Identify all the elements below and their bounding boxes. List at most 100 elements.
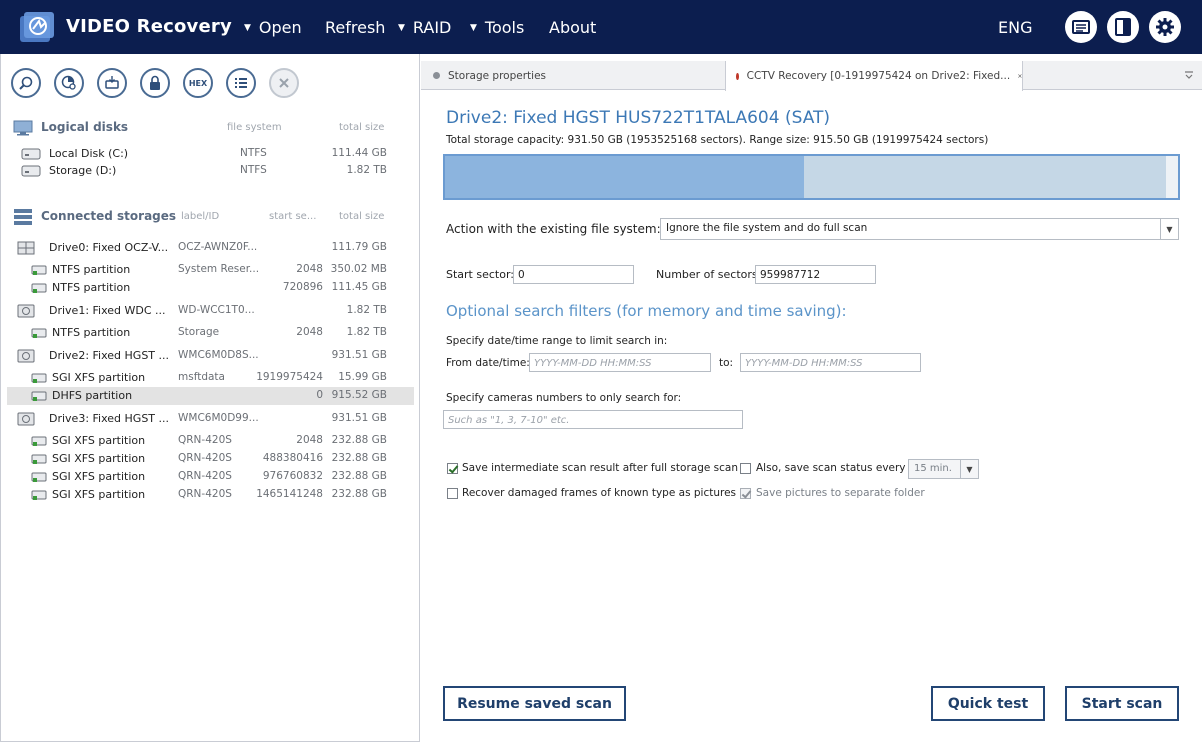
- action-label: Action with the existing file system:: [446, 222, 661, 236]
- storage-partition-row[interactable]: NTFS partition 720896 111.45 GB: [7, 279, 414, 297]
- range-bar[interactable]: [443, 154, 1180, 200]
- storage-name: Drive3: Fixed HGST ...: [49, 412, 170, 425]
- storage-label: WMC6M0D99...: [178, 412, 259, 424]
- action-select[interactable]: Ignore the file system and do full scan …: [660, 218, 1179, 240]
- connected-storages-title: Connected storages: [41, 209, 177, 223]
- list-icon: [235, 78, 247, 88]
- storage-label: msftdata: [178, 371, 225, 383]
- disk-name: Local Disk (C:): [49, 147, 129, 160]
- storage-name: Drive2: Fixed HGST ...: [49, 349, 170, 362]
- resume-saved-scan-button[interactable]: Resume saved scan: [443, 686, 626, 721]
- ssd-drive-icon: [17, 241, 35, 258]
- recover-damaged-checkbox[interactable]: [447, 488, 458, 499]
- partition-icon: [31, 471, 47, 486]
- storage-size: 111.45 GB: [331, 281, 387, 293]
- recover-damaged-label: Recover damaged frames of known type as …: [462, 487, 737, 499]
- lock-icon: [150, 75, 160, 90]
- logical-disks-title: Logical disks: [41, 120, 129, 134]
- partition-search-icon: [61, 75, 76, 90]
- disk-name: Storage (D:): [49, 164, 117, 177]
- tab-overflow-icon[interactable]: [1184, 70, 1194, 80]
- storage-label: QRN-420S: [178, 470, 232, 482]
- storage-partition-row[interactable]: SGI XFS partition msftdata 1919975424 15.99…: [7, 369, 414, 387]
- storage-partition-row[interactable]: SGI XFS partition QRN-420S 1465141248 232.8…: [7, 486, 414, 504]
- panel-toggle-icon: [1115, 18, 1131, 36]
- storage-size: 1.82 TB: [346, 304, 387, 316]
- menu-raid[interactable]: ▼ RAID: [398, 18, 451, 37]
- storage-partition-row[interactable]: NTFS partition System Reser... 2048 350.02 …: [7, 261, 414, 279]
- close-button[interactable]: [269, 68, 299, 98]
- storage-size: 915.52 GB: [331, 389, 387, 401]
- col-total-size: total size: [339, 122, 385, 133]
- storage-partition-row[interactable]: SGI XFS partition QRN-420S 488380416 232.88…: [7, 450, 414, 468]
- tab-storage-properties[interactable]: Storage properties: [433, 61, 546, 90]
- start-sector-label: Start sector:: [446, 268, 514, 281]
- menu-refresh-label: Refresh: [325, 18, 386, 37]
- menu-tools[interactable]: ▼ Tools: [470, 18, 524, 37]
- action-select-value: Ignore the file system and do full scan: [666, 222, 868, 234]
- list-button[interactable]: [226, 68, 256, 98]
- from-date-input[interactable]: [529, 353, 711, 372]
- storage-size: 232.88 GB: [331, 434, 387, 446]
- col-start-sector: start se...: [269, 211, 317, 222]
- to-date-label: to:: [719, 357, 734, 369]
- menu-about-label: About: [549, 18, 597, 37]
- partition-icon: [31, 390, 47, 405]
- caret-down-icon: ▼: [398, 23, 405, 33]
- interval-select[interactable]: 15 min. ▼: [908, 459, 979, 479]
- hex-button[interactable]: HEX: [183, 68, 213, 98]
- menu-about[interactable]: About: [549, 18, 596, 37]
- menu-open[interactable]: ▼ Open: [244, 18, 302, 37]
- app-title: VIDEO Recovery: [66, 16, 232, 37]
- storage-label: OCZ-AWNZ0F...: [178, 241, 258, 253]
- settings-button[interactable]: [1149, 11, 1181, 43]
- storage-name: NTFS partition: [52, 281, 131, 294]
- save-intermediate-label: Save intermediate scan result after full…: [462, 462, 738, 474]
- close-icon: [279, 78, 289, 88]
- start-scan-button[interactable]: Start scan: [1065, 686, 1179, 721]
- menu-raid-label: RAID: [412, 18, 452, 37]
- monitor-icon: [13, 120, 33, 136]
- tab-cctv-recovery[interactable]: CCTV Recovery [0-1919975424 on Drive2: F…: [725, 61, 1023, 91]
- storage-drive-row[interactable]: Drive3: Fixed HGST ... WMC6M0D99... 931.51…: [7, 410, 414, 428]
- storage-label: QRN-420S: [178, 452, 232, 464]
- language-selector[interactable]: ENG: [998, 18, 1032, 37]
- tab-close-icon[interactable]: [1018, 71, 1022, 81]
- save-intermediate-checkbox[interactable]: [447, 463, 458, 474]
- quick-test-button[interactable]: Quick test: [931, 686, 1045, 721]
- start-sector-input[interactable]: [513, 265, 634, 284]
- find-button[interactable]: [11, 68, 41, 98]
- chevron-down-icon: ▼: [960, 460, 978, 478]
- storage-drive-row[interactable]: Drive2: Fixed HGST ... WMC6M0D8S... 931.51…: [7, 347, 414, 365]
- tab-bar: Storage properties CCTV Recovery [0-1919…: [421, 61, 1202, 91]
- image-button[interactable]: [97, 68, 127, 98]
- storage-partition-row[interactable]: SGI XFS partition QRN-420S 2048 232.88 GB: [7, 432, 414, 450]
- logical-disk-row[interactable]: Storage (D:) NTFS 1.82 TB: [7, 162, 414, 180]
- num-sectors-input[interactable]: [755, 265, 876, 284]
- storage-partition-row[interactable]: DHFS partition 0 915.52 GB: [7, 387, 414, 405]
- partition-icon: [31, 453, 47, 468]
- storage-partition-row[interactable]: SGI XFS partition QRN-420S 976760832 232.88…: [7, 468, 414, 486]
- tab-label: Storage properties: [448, 69, 547, 82]
- to-date-input[interactable]: [740, 353, 921, 372]
- lock-button[interactable]: [140, 68, 170, 98]
- hard-disk-icon: [21, 148, 41, 160]
- storage-partition-row[interactable]: NTFS partition Storage 2048 1.82 TB: [7, 324, 414, 342]
- partition-search-button[interactable]: [54, 68, 84, 98]
- panel-toggle-button[interactable]: [1107, 11, 1139, 43]
- storage-name: DHFS partition: [52, 389, 133, 402]
- disk-size: 111.44 GB: [331, 147, 387, 159]
- save-pictures-checkbox[interactable]: [740, 488, 751, 499]
- save-status-checkbox[interactable]: [740, 463, 751, 474]
- menu-refresh[interactable]: Refresh: [325, 18, 385, 37]
- storage-size: 15.99 GB: [338, 371, 387, 383]
- log-button[interactable]: [1065, 11, 1097, 43]
- cameras-input[interactable]: [443, 410, 743, 429]
- partition-icon: [31, 327, 47, 342]
- logical-disk-row[interactable]: Local Disk (C:) NTFS 111.44 GB: [7, 145, 414, 163]
- storage-size: 232.88 GB: [331, 470, 387, 482]
- storage-drive-row[interactable]: Drive1: Fixed WDC ... WD-WCC1T0... 1.82 TB: [7, 302, 414, 320]
- save-status-label: Also, save scan status every: [756, 462, 906, 474]
- storage-drive-row[interactable]: Drive0: Fixed OCZ-V... OCZ-AWNZ0F... 111.7…: [7, 239, 414, 257]
- left-panel: HEX Logical disks file system total size…: [0, 54, 420, 742]
